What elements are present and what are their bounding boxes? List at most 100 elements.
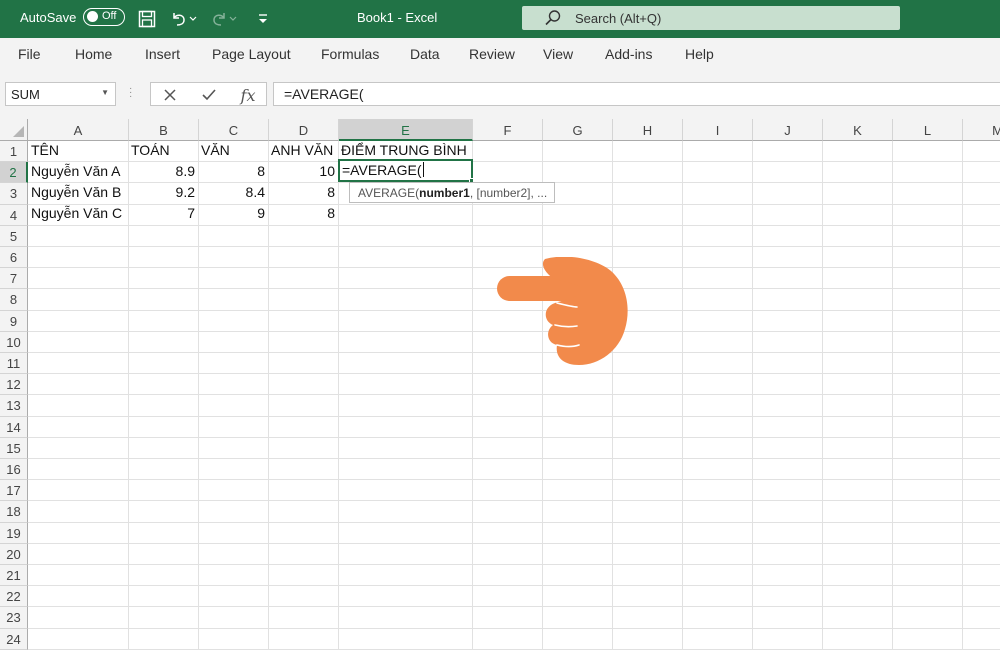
worksheet-grid[interactable]: A B C D E F G H I J K L M 1 2 3 4 5 6 7 8 9 10 11 1… <box>0 119 1000 650</box>
select-all-button[interactable] <box>0 119 28 141</box>
cell-b2[interactable]: 8.9 <box>128 161 198 182</box>
row-header-24[interactable]: 24 <box>0 628 28 650</box>
cell-d1[interactable]: ANH VĂN <box>268 140 338 161</box>
row-header-8[interactable]: 8 <box>0 289 28 311</box>
cell-a2[interactable]: Nguyễn Văn A <box>28 161 128 182</box>
gridline <box>28 479 1000 481</box>
cell-c2[interactable]: 8 <box>198 161 268 182</box>
tab-formulas[interactable]: Formulas <box>321 46 379 62</box>
tab-review[interactable]: Review <box>469 46 515 62</box>
search-box[interactable]: Search (Alt+Q) <box>522 6 900 30</box>
row-header-11[interactable]: 11 <box>0 353 28 375</box>
row-header-17[interactable]: 17 <box>0 480 28 502</box>
gridline <box>612 141 613 650</box>
row-header-12[interactable]: 12 <box>0 374 28 396</box>
gridline <box>542 141 543 650</box>
active-cell-text: =AVERAGE( <box>342 162 422 178</box>
undo-dropdown-icon[interactable] <box>186 8 200 30</box>
autosave-state: Off <box>102 10 117 22</box>
tooltip-arg-current: number1 <box>419 186 470 200</box>
tab-file[interactable]: File <box>18 46 41 62</box>
gridline <box>822 141 823 650</box>
gridline <box>28 585 1000 587</box>
row-header-2[interactable]: 2 <box>0 162 28 184</box>
tab-view[interactable]: View <box>543 46 573 62</box>
row-header-20[interactable]: 20 <box>0 543 28 565</box>
cell-a4[interactable]: Nguyễn Văn C <box>28 203 128 224</box>
cancel-icon[interactable] <box>159 85 181 105</box>
chevron-down-icon[interactable]: ▼ <box>101 88 109 97</box>
row-header-15[interactable]: 15 <box>0 437 28 459</box>
row-header-22[interactable]: 22 <box>0 586 28 608</box>
column-header-b[interactable]: B <box>129 119 199 141</box>
column-header-d[interactable]: D <box>269 119 339 141</box>
cell-b3[interactable]: 9.2 <box>128 182 198 203</box>
cell-c4[interactable]: 9 <box>198 203 268 224</box>
redo-dropdown-icon[interactable] <box>226 8 240 30</box>
column-header-e[interactable]: E <box>339 119 473 141</box>
row-header-4[interactable]: 4 <box>0 204 28 226</box>
row-header-9[interactable]: 9 <box>0 310 28 332</box>
column-header-c[interactable]: C <box>199 119 269 141</box>
row-header-23[interactable]: 23 <box>0 607 28 629</box>
gridline <box>28 521 1000 523</box>
tab-home[interactable]: Home <box>75 46 112 62</box>
resize-handle[interactable]: · · · <box>129 84 132 102</box>
column-header-k[interactable]: K <box>823 119 893 141</box>
gridline <box>28 458 1000 459</box>
cell-a3[interactable]: Nguyễn Văn B <box>28 182 128 203</box>
tab-data[interactable]: Data <box>410 46 440 62</box>
tab-insert[interactable]: Insert <box>145 46 180 62</box>
tab-add-ins[interactable]: Add-ins <box>605 46 652 62</box>
gridline <box>28 542 1000 544</box>
customize-toolbar-icon[interactable] <box>252 8 274 30</box>
enter-check-icon[interactable] <box>198 85 220 105</box>
gridline <box>28 415 1000 417</box>
column-header-i[interactable]: I <box>683 119 753 141</box>
tab-help[interactable]: Help <box>685 46 714 62</box>
row-header-13[interactable]: 13 <box>0 395 28 417</box>
gridline <box>472 141 473 650</box>
cell-b1[interactable]: TOÁN <box>128 140 198 161</box>
column-header-j[interactable]: J <box>753 119 823 141</box>
name-box[interactable]: SUM ▼ <box>5 82 116 106</box>
save-icon[interactable] <box>136 8 158 30</box>
cell-e1[interactable]: ĐIỂM TRUNG BÌNH <box>338 140 472 161</box>
row-header-21[interactable]: 21 <box>0 565 28 587</box>
autosave-toggle[interactable]: Off <box>83 8 125 26</box>
row-header-19[interactable]: 19 <box>0 522 28 544</box>
toggle-knob <box>87 11 98 22</box>
column-header-l[interactable]: L <box>893 119 963 141</box>
row-header-7[interactable]: 7 <box>0 268 28 290</box>
function-tooltip[interactable]: AVERAGE(number1, [number2], ... <box>349 182 555 203</box>
cell-c3[interactable]: 8.4 <box>198 182 268 203</box>
row-header-5[interactable]: 5 <box>0 225 28 247</box>
column-header-m[interactable]: M <box>963 119 1000 141</box>
column-header-a[interactable]: A <box>28 119 129 141</box>
row-header-1[interactable]: 1 <box>0 141 28 163</box>
cell-a1[interactable]: TÊN <box>28 140 128 161</box>
insert-function-icon[interactable]: fx <box>237 85 259 105</box>
gridline <box>28 224 1000 226</box>
cell-b4[interactable]: 7 <box>128 203 198 224</box>
row-header-10[interactable]: 10 <box>0 331 28 353</box>
active-cell-e2[interactable]: =AVERAGE( <box>338 159 473 182</box>
cell-d4[interactable]: 8 <box>268 203 338 224</box>
column-header-g[interactable]: G <box>543 119 613 141</box>
row-header-18[interactable]: 18 <box>0 501 28 523</box>
column-header-h[interactable]: H <box>613 119 683 141</box>
column-header-f[interactable]: F <box>473 119 543 141</box>
row-header-16[interactable]: 16 <box>0 459 28 481</box>
gridline <box>28 500 1000 502</box>
cell-d3[interactable]: 8 <box>268 182 338 203</box>
row-header-14[interactable]: 14 <box>0 416 28 438</box>
gridline <box>28 246 1000 247</box>
row-header-6[interactable]: 6 <box>0 247 28 269</box>
cell-c1[interactable]: VĂN <box>198 140 268 161</box>
row-header-3[interactable]: 3 <box>0 183 28 205</box>
formula-input[interactable]: =AVERAGE( <box>273 82 1000 106</box>
tab-page-layout[interactable]: Page Layout <box>212 46 291 62</box>
gridline <box>28 436 1000 438</box>
cell-d2[interactable]: 10 <box>268 161 338 182</box>
gridline <box>28 627 1000 629</box>
